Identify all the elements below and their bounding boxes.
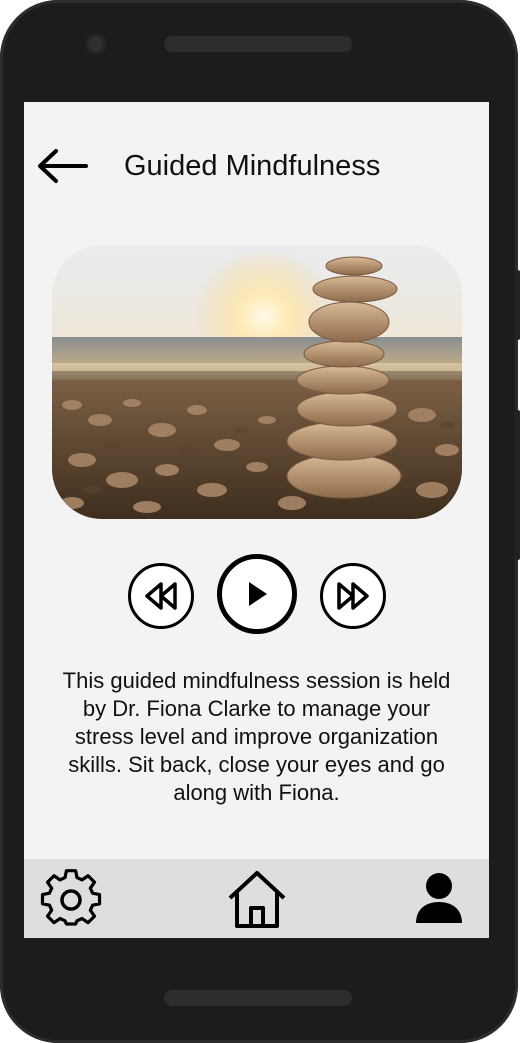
description-line: skills. Sit back, close your eyes and go bbox=[68, 752, 445, 777]
user-icon bbox=[416, 873, 462, 923]
bottom-nav bbox=[24, 859, 489, 938]
play-icon bbox=[249, 582, 267, 606]
description-line: This guided mindfulness session is held bbox=[62, 668, 451, 693]
nav-profile[interactable] bbox=[414, 871, 464, 925]
home-icon bbox=[228, 871, 286, 928]
back-button[interactable] bbox=[36, 148, 88, 184]
phone-frame: Guided Mindfulness This guided mindfulne… bbox=[0, 0, 520, 1043]
page-title: Guided Mindfulness bbox=[124, 150, 381, 182]
volume-button bbox=[514, 270, 520, 340]
fast-forward-icon bbox=[337, 582, 369, 610]
description-line: along with Fiona. bbox=[173, 780, 340, 805]
fast-forward-button[interactable] bbox=[320, 563, 386, 629]
nav-settings[interactable] bbox=[40, 869, 102, 931]
power-button bbox=[514, 410, 520, 560]
nav-home[interactable] bbox=[226, 868, 288, 930]
hero-image bbox=[52, 245, 462, 519]
session-description: This guided mindfulness session is held … bbox=[38, 667, 475, 807]
play-button[interactable] bbox=[217, 554, 297, 634]
rewind-icon bbox=[145, 582, 177, 610]
player-controls bbox=[24, 554, 489, 634]
description-line: stress level and improve organization bbox=[74, 724, 439, 749]
bottom-speaker bbox=[164, 990, 352, 1006]
front-camera bbox=[86, 34, 106, 54]
rewind-button[interactable] bbox=[128, 563, 194, 629]
description-line: by Dr. Fiona Clarke to manage your bbox=[82, 696, 431, 721]
app-screen: Guided Mindfulness This guided mindfulne… bbox=[24, 102, 489, 938]
arrow-left-icon bbox=[38, 149, 88, 183]
stacked-pebbles-image bbox=[52, 245, 462, 519]
gear-icon bbox=[40, 869, 102, 926]
earpiece-speaker bbox=[164, 36, 352, 52]
